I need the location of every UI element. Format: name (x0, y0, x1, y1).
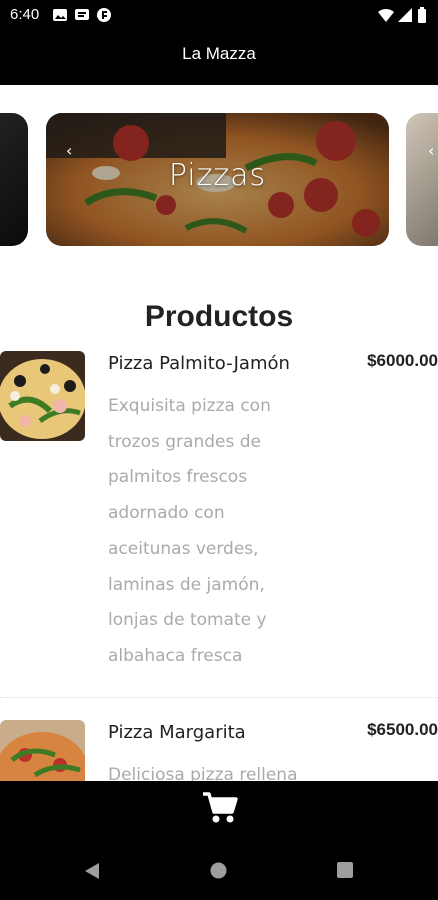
signal-icon (398, 8, 412, 22)
battery-icon (418, 7, 426, 23)
carousel-card-previous[interactable] (0, 113, 28, 246)
chevron-next-icon[interactable]: ‹ (428, 141, 434, 160)
divider (0, 697, 438, 698)
recents-icon[interactable] (337, 862, 353, 878)
app-bar: La Mazza (0, 30, 438, 85)
message-icon (75, 9, 89, 20)
back-icon[interactable] (84, 862, 100, 880)
section-title: Productos (144, 300, 294, 333)
product-price: $6000.00 (367, 351, 438, 370)
product-image (0, 720, 85, 781)
app-notification-icon (97, 8, 111, 22)
app-title: La Mazza (182, 44, 256, 63)
category-carousel[interactable]: ‹ Pizzas ‹ (0, 85, 438, 260)
carousel-card-next[interactable]: ‹ (406, 113, 438, 246)
carousel-card-label: Pizzas (168, 158, 267, 193)
product-image (0, 351, 85, 441)
home-icon[interactable] (210, 862, 227, 879)
product-name: Pizza Palmito-Jamón (108, 353, 290, 374)
photo-icon (53, 9, 67, 21)
product-name: Pizza Margarita (108, 722, 246, 743)
product-description: Deliciosa pizza rellena (108, 765, 298, 781)
list-item[interactable]: Pizza Palmito-Jamón $6000.00 Exquisita p… (0, 351, 438, 691)
product-description: Exquisita pizza con trozos grandes de pa… (108, 396, 271, 666)
product-price: $6500.00 (367, 720, 438, 739)
carousel-card-pizzas[interactable]: ‹ Pizzas (46, 113, 389, 246)
status-bar: 6:40 (0, 0, 438, 30)
cart-icon[interactable] (202, 791, 238, 825)
list-item[interactable]: Pizza Margarita $6500.00 Deliciosa pizza… (0, 720, 438, 781)
wifi-icon (378, 8, 394, 22)
system-nav-bar (0, 839, 438, 900)
status-time: 6:40 (10, 6, 40, 23)
bottom-bar (0, 781, 438, 839)
